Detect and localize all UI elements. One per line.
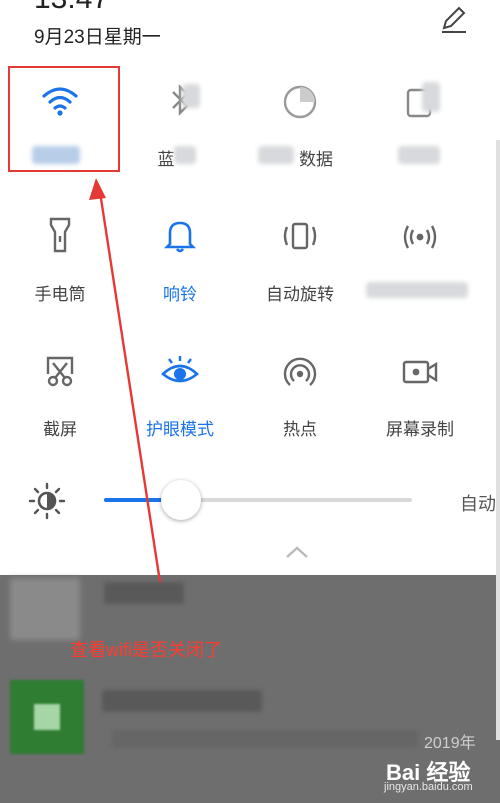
- blurred-patch: [174, 146, 196, 164]
- mobile-data-icon: [283, 85, 317, 119]
- broadcast-icon: [403, 225, 437, 249]
- notification-date: 2019年: [424, 735, 476, 752]
- blurred-patch: [398, 146, 440, 164]
- brightness-slider-thumb[interactable]: [161, 480, 201, 520]
- tile-label: 数据: [299, 150, 333, 169]
- tile-label: 响铃: [163, 285, 197, 304]
- tile-mobile-data[interactable]: 数据: [240, 70, 360, 190]
- date-label: 9月23日星期一: [34, 27, 161, 48]
- eye-icon: [161, 356, 199, 383]
- notification-app-icon: [10, 680, 84, 754]
- brightness-icon: [28, 482, 66, 520]
- tile-screenshot[interactable]: 截屏: [0, 340, 120, 460]
- tile-broadcast[interactable]: [360, 205, 480, 325]
- notification-title-blur: [102, 690, 262, 712]
- screen-record-icon: [402, 360, 438, 384]
- blurred-patch: [366, 282, 468, 298]
- watermark-url: jingyan.baidu.com: [384, 781, 473, 793]
- screen-edge: [496, 140, 500, 740]
- tile-label: 热点: [283, 420, 317, 439]
- notification-thumbnail: [10, 578, 80, 640]
- wifi-highlight-box: [8, 66, 120, 172]
- tile-ring[interactable]: 响铃: [120, 205, 240, 325]
- blurred-patch: [422, 82, 440, 112]
- tile-label: 屏幕录制: [386, 420, 454, 439]
- blurred-patch: [182, 84, 200, 108]
- notification-title-blur: [104, 582, 184, 604]
- tile-bluetooth[interactable]: 蓝: [120, 70, 240, 190]
- tile-label: 手电筒: [34, 285, 86, 304]
- tile-label: 蓝: [157, 150, 175, 169]
- tile-nfc[interactable]: [360, 70, 480, 190]
- tile-hotspot[interactable]: 热点: [240, 340, 360, 460]
- tile-screen-record[interactable]: 屏幕录制: [360, 340, 480, 460]
- hotspot-icon: [283, 357, 317, 386]
- tile-eye-comfort[interactable]: 护眼模式: [120, 340, 240, 460]
- tile-label: 护眼模式: [146, 420, 214, 439]
- chevron-up-icon[interactable]: [284, 544, 310, 560]
- tile-flashlight[interactable]: 手电筒: [0, 205, 120, 325]
- rotate-icon: [283, 222, 317, 250]
- notification-body-blur: [112, 730, 418, 748]
- clock: 13:47: [34, 0, 109, 16]
- screenshot-icon: [46, 356, 74, 387]
- tile-label: 自动旋转: [266, 285, 334, 304]
- bell-icon: [163, 221, 197, 253]
- annotation-caption: 查看wifi是否关闭了: [70, 640, 222, 660]
- auto-brightness-label[interactable]: 自动: [460, 490, 496, 516]
- flashlight-icon: [49, 217, 71, 253]
- pencil-icon[interactable]: [438, 4, 468, 34]
- tile-auto-rotate[interactable]: 自动旋转: [240, 205, 360, 325]
- tile-label: 截屏: [43, 420, 77, 439]
